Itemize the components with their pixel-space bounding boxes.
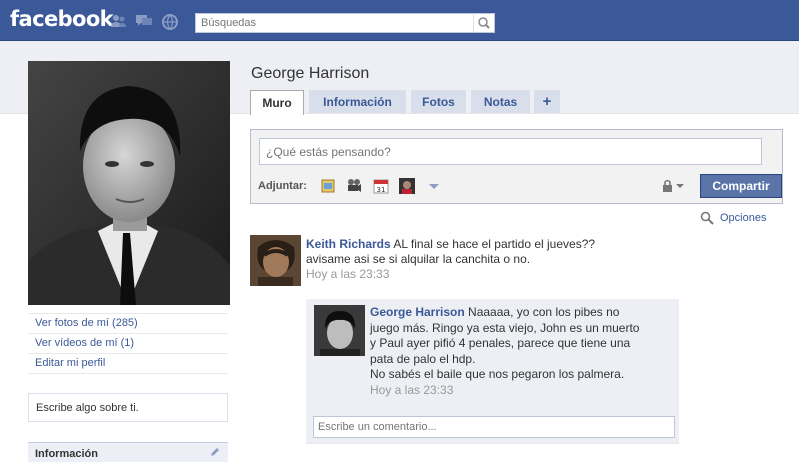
- george-harrison-avatar[interactable]: [314, 305, 365, 356]
- comment-line: y Paul ayer pifió 4 penales, parece que …: [370, 336, 631, 350]
- profile-links: Ver fotos de mí (285) Ver vídeos de mí (…: [28, 313, 228, 374]
- tab-notas[interactable]: Notas: [471, 90, 530, 113]
- post-line: AL final se hace el partido el jueves??: [393, 237, 596, 251]
- search-button[interactable]: [473, 14, 494, 32]
- wall-post: Keith Richards AL final se hace el parti…: [306, 237, 636, 282]
- view-videos-link[interactable]: Ver vídeos de mí (1): [28, 334, 228, 354]
- post-timestamp[interactable]: Hoy a las 23:33: [306, 267, 389, 281]
- keith-richards-avatar[interactable]: [250, 235, 301, 286]
- add-tab-button[interactable]: +: [534, 90, 560, 113]
- comment-author[interactable]: George Harrison: [370, 305, 465, 319]
- search-icon: [478, 17, 490, 29]
- tab-informacion[interactable]: Información: [309, 90, 406, 113]
- status-input[interactable]: [259, 138, 762, 165]
- facebook-logo[interactable]: facebook: [10, 7, 114, 31]
- comment-line: pata de palo el hdp.: [370, 351, 476, 366]
- messages-icon[interactable]: [136, 14, 152, 28]
- comment-thread: George Harrison Naaaaa, yo con los pibes…: [306, 299, 679, 444]
- friend-requests-icon[interactable]: [111, 14, 127, 28]
- search-input[interactable]: [196, 14, 476, 32]
- lock-icon: [663, 179, 684, 192]
- share-button[interactable]: Compartir: [700, 174, 782, 198]
- view-photos-link[interactable]: Ver fotos de mí (285): [28, 313, 228, 334]
- magnifier-icon: [700, 211, 714, 225]
- profile-name: George Harrison: [251, 65, 370, 82]
- tab-fotos[interactable]: Fotos: [411, 90, 466, 113]
- comment-timestamp[interactable]: Hoy a las 23:33: [370, 383, 453, 397]
- bio-input[interactable]: Escribe algo sobre ti.: [28, 393, 228, 422]
- photo-icon[interactable]: [320, 178, 336, 194]
- tab-muro[interactable]: Muro: [250, 90, 304, 115]
- pencil-icon[interactable]: [210, 447, 220, 457]
- status-publisher: Adjuntar: 31 Compartir: [250, 129, 783, 204]
- options-link[interactable]: Opciones: [700, 211, 767, 225]
- more-attach-icon[interactable]: [426, 178, 442, 194]
- event-icon[interactable]: 31: [373, 178, 389, 194]
- comment-line: No sabés el baile que nos pegaron los pa…: [370, 367, 625, 381]
- comment-line: juego más. Ringo ya esta viejo, John es …: [370, 320, 640, 335]
- notifications-icon[interactable]: [162, 14, 178, 30]
- top-bar: facebook: [0, 0, 799, 41]
- attach-label: Adjuntar:: [258, 180, 307, 192]
- comment-line: Naaaaa, yo con los pibes no: [468, 305, 620, 319]
- search-box: [195, 13, 495, 33]
- options-label: Opciones: [720, 212, 767, 224]
- svg-text:31: 31: [377, 186, 386, 194]
- link-icon[interactable]: [399, 178, 415, 194]
- post-author[interactable]: Keith Richards: [306, 237, 391, 251]
- post-line: avisame asi se si alquilar la canchita o…: [306, 252, 531, 266]
- video-icon[interactable]: [346, 178, 362, 194]
- info-section-header: Información: [28, 442, 228, 462]
- info-heading: Información: [35, 448, 98, 460]
- profile-picture[interactable]: [28, 61, 230, 305]
- comment-input[interactable]: [313, 416, 675, 438]
- edit-profile-link[interactable]: Editar mi perfil: [28, 354, 228, 374]
- privacy-selector[interactable]: [662, 178, 688, 194]
- comment-body: George Harrison Naaaaa, yo con los pibes…: [370, 305, 670, 398]
